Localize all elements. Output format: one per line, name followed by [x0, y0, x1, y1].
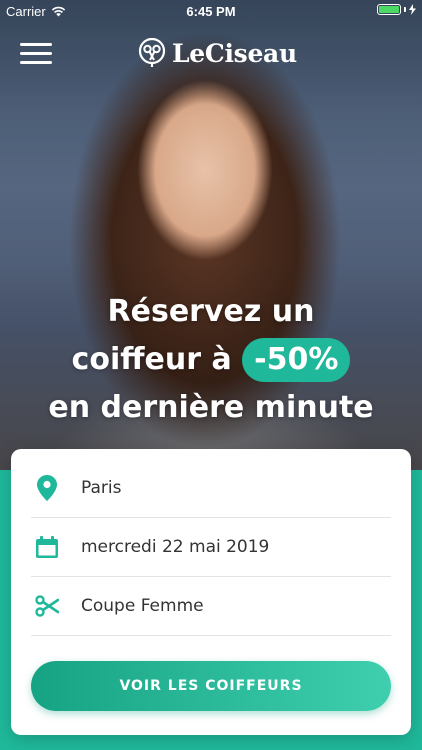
search-card: Paris mercredi 22 mai 2019 Coupe Femme V… — [11, 449, 411, 735]
brand-logo: LeCiseau — [138, 38, 297, 68]
status-time: 6:45 PM — [186, 4, 236, 19]
battery-icon — [377, 4, 401, 15]
headline-line-1: Réservez un — [107, 294, 315, 329]
charging-bolt-icon — [409, 4, 416, 15]
hamburger-menu-button[interactable] — [20, 43, 52, 67]
hero-headline: Réservez un coiffeur à -50% en dernière … — [0, 288, 422, 432]
headline-line-2: coiffeur à -50% — [0, 336, 422, 384]
date-value: mercredi 22 mai 2019 — [81, 537, 270, 557]
battery-tip — [404, 7, 406, 12]
service-value: Coupe Femme — [81, 596, 204, 616]
calendar-icon — [33, 533, 61, 561]
view-hairdressers-button[interactable]: VOIR LES COIFFEURS — [31, 661, 391, 711]
brand-name: LeCiseau — [172, 38, 297, 68]
service-field[interactable]: Coupe Femme — [31, 577, 391, 636]
scissors-circle-logo-icon — [138, 38, 166, 67]
hamburger-icon — [20, 43, 52, 46]
location-field[interactable]: Paris — [31, 459, 391, 518]
map-pin-icon — [33, 474, 61, 502]
scissors-icon — [33, 592, 61, 620]
location-value: Paris — [81, 478, 122, 498]
headline-line-3: en dernière minute — [48, 390, 374, 425]
discount-badge: -50% — [242, 338, 351, 382]
date-field[interactable]: mercredi 22 mai 2019 — [31, 518, 391, 577]
headline-line-2-prefix: coiffeur à — [71, 342, 232, 377]
status-bar: Carrier 6:45 PM — [0, 0, 422, 22]
